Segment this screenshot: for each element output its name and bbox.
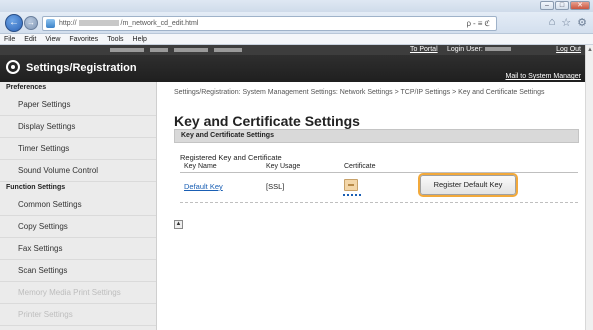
mail-to-system-manager-link[interactable]: Mail to System Manager	[506, 73, 581, 80]
sidebar-item-scan-settings[interactable]: Scan Settings	[0, 260, 156, 282]
column-key-usage: Key Usage	[266, 163, 301, 170]
sidebar-item-common-settings[interactable]: Common Settings	[0, 194, 156, 216]
menu-file[interactable]: File	[4, 36, 15, 43]
browser-navbar: ← → http:///m_network_cd_edit.html ρ-≡ℭ …	[0, 12, 593, 34]
page-title: Key and Certificate Settings	[174, 113, 360, 129]
sidebar: Preferences Paper Settings Display Setti…	[0, 82, 157, 330]
app-header: Settings/Registration Mail to System Man…	[0, 55, 585, 82]
breadcrumb: Settings/Registration: System Management…	[174, 89, 545, 96]
sidebar-item-copy-settings[interactable]: Copy Settings	[0, 216, 156, 238]
page-icon	[46, 19, 55, 28]
scroll-to-top-button[interactable]: ▲	[174, 220, 183, 229]
app-top-bar: To Portal Login User: Log Out	[0, 45, 585, 55]
sidebar-heading-function-settings: Function Settings	[6, 184, 66, 191]
close-button[interactable]: ✕	[570, 1, 590, 10]
key-name-link[interactable]: Default Key	[184, 182, 223, 191]
login-user: Login User:	[447, 46, 511, 53]
address-tools[interactable]: ρ-≡ℭ	[466, 19, 492, 28]
sidebar-item-memory-media-print-settings[interactable]: Memory Media Print Settings	[0, 282, 156, 304]
address-prefix: http://	[59, 20, 77, 27]
window-titlebar: – □ ✕	[0, 0, 593, 12]
menu-favorites[interactable]: Favorites	[69, 36, 98, 43]
address-text: http:// /m_network_cd_edit.html	[59, 20, 198, 27]
sidebar-item-paper-settings[interactable]: Paper Settings	[0, 94, 156, 116]
sidebar-item-timer-settings[interactable]: Timer Settings	[0, 138, 156, 160]
browser-menubar: File Edit View Favorites Tools Help	[0, 34, 593, 45]
key-usage-value: [SSL]	[266, 182, 285, 191]
sidebar-item-fax-settings[interactable]: Fax Settings	[0, 238, 156, 260]
sidebar-item-display-settings[interactable]: Display Settings	[0, 116, 156, 138]
address-redacted	[78, 20, 119, 27]
device-model-redacted	[110, 48, 242, 52]
key-table: Key Name Key Usage Certificate Default K…	[180, 161, 578, 203]
address-bar[interactable]: http:// /m_network_cd_edit.html ρ-≡ℭ	[42, 16, 497, 31]
menu-tools[interactable]: Tools	[107, 36, 123, 43]
address-suffix: /m_network_cd_edit.html	[120, 20, 199, 27]
forward-button[interactable]: →	[24, 16, 38, 30]
table-row: Default Key [SSL] Register Default Key	[180, 173, 578, 203]
forward-arrow-icon: →	[27, 18, 35, 27]
browser-toolbar-icons: ⌂ ☆ ⚙	[549, 16, 587, 29]
menu-edit[interactable]: Edit	[24, 36, 36, 43]
log-out-link[interactable]: Log Out	[556, 46, 581, 53]
app-title: Settings/Registration	[26, 62, 137, 74]
column-certificate: Certificate	[344, 163, 376, 170]
menu-help[interactable]: Help	[133, 36, 147, 43]
section-header: Key and Certificate Settings	[174, 129, 579, 143]
menu-view[interactable]: View	[45, 36, 60, 43]
column-key-name: Key Name	[184, 163, 217, 170]
certificate-icon[interactable]	[344, 179, 358, 191]
scroll-up-arrow-icon[interactable]: ▲	[587, 47, 593, 53]
to-portal-link[interactable]: To Portal	[410, 46, 438, 53]
back-button[interactable]: ←	[5, 14, 23, 32]
maximize-button[interactable]: □	[555, 1, 569, 10]
vertical-scrollbar[interactable]: ▲	[585, 45, 593, 330]
login-user-label: Login User:	[447, 46, 483, 53]
window-controls: – □ ✕	[540, 1, 590, 10]
favorites-icon[interactable]: ☆	[561, 16, 571, 29]
table-header: Key Name Key Usage Certificate	[180, 161, 578, 173]
settings-gear-icon[interactable]: ⚙	[577, 16, 587, 29]
home-icon[interactable]: ⌂	[549, 16, 556, 29]
register-default-key-button[interactable]: Register Default Key	[420, 175, 516, 195]
back-arrow-icon: ←	[9, 17, 19, 28]
main-content: Settings/Registration: System Management…	[158, 82, 585, 330]
sidebar-heading-preferences: Preferences	[6, 84, 47, 91]
sidebar-item-printer-settings[interactable]: Printer Settings	[0, 304, 156, 326]
minimize-button[interactable]: –	[540, 1, 554, 10]
certificate-link-underline	[343, 194, 361, 196]
settings-icon	[6, 60, 20, 74]
sidebar-item-sound-volume-control[interactable]: Sound Volume Control	[0, 160, 156, 182]
login-user-redacted	[484, 47, 511, 52]
